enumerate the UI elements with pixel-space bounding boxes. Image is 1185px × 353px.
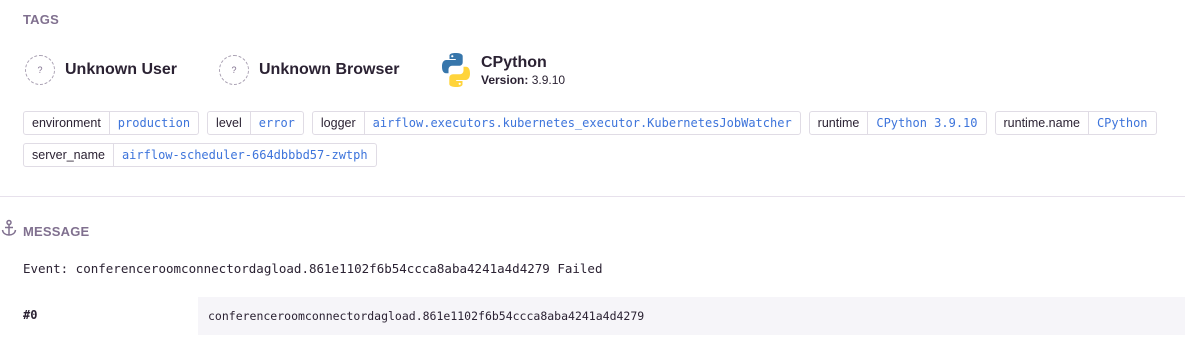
tag-server-name[interactable]: server_name airflow-scheduler-664dbbbd57… [23,143,377,167]
tag-value-link[interactable]: airflow.executors.kubernetes_executor.Ku… [365,112,800,134]
message-param-value: conferenceroomconnectordagload.861e1102f… [198,297,1185,335]
tag-key: runtime [810,112,869,134]
unknown-user-icon: ? [25,55,55,85]
unknown-browser-icon: ? [219,55,249,85]
tag-environment[interactable]: environment production [23,111,200,135]
tag-key: logger [313,112,365,134]
runtime-version-label: Version: [481,72,529,87]
context-runtime-name: CPython [481,53,547,71]
tag-value-link[interactable]: error [251,112,303,134]
tag-list: environment production level error logge… [23,111,1173,175]
context-browser[interactable]: ? Unknown Browser [219,55,399,85]
tag-value-link[interactable]: production [110,112,198,134]
runtime-version: Version: 3.9.10 [481,73,565,87]
tag-key: environment [24,112,110,134]
tag-level[interactable]: level error [207,111,304,135]
anchor-icon[interactable] [0,219,18,237]
message-param-key: #0 [23,308,38,322]
message-section-title: MESSAGE [23,224,90,239]
tags-section-title: TAGS [23,12,59,27]
tag-logger[interactable]: logger airflow.executors.kubernetes_exec… [311,111,801,135]
context-runtime[interactable]: CPython Version: 3.9.10 [440,52,565,88]
tag-runtime[interactable]: runtime CPython 3.9.10 [808,111,987,135]
runtime-version-value: 3.9.10 [531,72,566,87]
tag-key: runtime.name [996,112,1089,134]
context-user[interactable]: ? Unknown User [25,55,177,85]
python-logo-icon [442,53,470,87]
tag-value-link[interactable]: CPython [1089,112,1156,134]
section-divider [0,196,1185,197]
tag-runtime-name[interactable]: runtime.name CPython [994,111,1157,135]
tag-key: level [208,112,251,134]
context-user-name: Unknown User [65,61,178,78]
runtime-info: CPython Version: 3.9.10 [481,54,565,87]
tag-value-link[interactable]: CPython 3.9.10 [868,112,985,134]
context-browser-name: Unknown Browser [259,61,400,78]
message-text: Event: conferenceroomconnectordagload.86… [23,261,603,276]
tag-value-link[interactable]: airflow-scheduler-664dbbbd57-zwtph [114,144,376,166]
tag-key: server_name [24,144,114,166]
